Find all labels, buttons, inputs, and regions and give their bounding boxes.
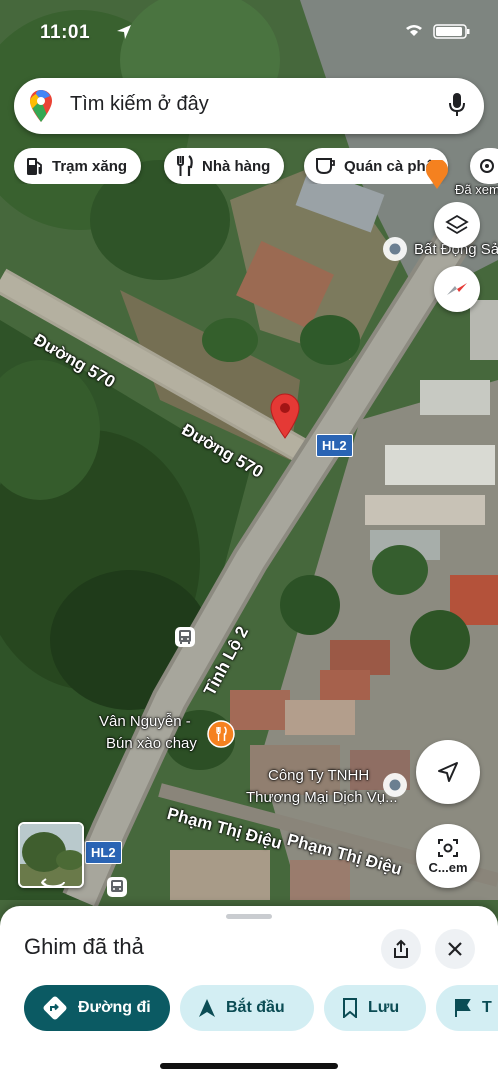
- navigation-arrow-icon: [438, 762, 458, 782]
- flag-icon: [455, 999, 471, 1017]
- label-button[interactable]: T: [436, 985, 498, 1031]
- status-bar: 11:01: [0, 0, 498, 70]
- street-view-thumbnail-image: [20, 824, 82, 886]
- chip-gas-station[interactable]: Trạm xăng: [14, 148, 142, 184]
- close-icon: [448, 942, 462, 956]
- compass-button[interactable]: [434, 266, 480, 312]
- layers-button[interactable]: [434, 202, 480, 248]
- chip-more[interactable]: [470, 148, 498, 184]
- street-view-label: C...em: [428, 859, 468, 875]
- search-bar[interactable]: Tìm kiếm ở đây: [14, 78, 484, 134]
- place-marker-icon[interactable]: [382, 236, 408, 262]
- start-button[interactable]: Bắt đầu: [180, 985, 314, 1031]
- bus-stop-icon[interactable]: [174, 626, 196, 648]
- restaurant-icon: [177, 155, 193, 176]
- place-marker-partial-icon[interactable]: [424, 160, 450, 190]
- save-button[interactable]: Lưu: [324, 985, 426, 1031]
- my-location-button[interactable]: [416, 740, 480, 804]
- compass-icon: [447, 283, 467, 295]
- street-view-thumbnail[interactable]: [18, 822, 84, 888]
- maps-logo-icon: [30, 90, 52, 122]
- settings-icon: [480, 159, 494, 173]
- poi-company-desc: Thương Mại Dịch Vụ...: [246, 789, 398, 806]
- coffee-icon: [316, 158, 335, 175]
- label-button-text: T: [482, 999, 492, 1016]
- restaurant-marker-icon[interactable]: [207, 720, 235, 748]
- lens-camera-icon: [438, 838, 458, 857]
- sheet-drag-handle[interactable]: [226, 914, 272, 919]
- share-icon: [394, 939, 408, 958]
- home-indicator[interactable]: [160, 1063, 338, 1069]
- directions-button[interactable]: Đường đi: [24, 985, 170, 1031]
- start-label: Bắt đầu: [226, 999, 285, 1016]
- share-button[interactable]: [381, 929, 421, 969]
- sheet-title: Ghim đã thả: [24, 934, 144, 959]
- location-arrow-icon: [117, 25, 131, 39]
- microphone-icon[interactable]: [448, 92, 466, 118]
- road-badge-hl2-lower: HL2: [85, 841, 122, 864]
- poi-restaurant-desc: Bún xào chay: [106, 735, 197, 752]
- bookmark-icon: [343, 998, 357, 1018]
- action-buttons: Đường đi Bắt đầu Lưu T: [24, 985, 498, 1031]
- chip-restaurant[interactable]: Nhà hàng: [164, 148, 285, 184]
- status-time: 11:01: [40, 22, 91, 43]
- company-marker-icon[interactable]: [382, 772, 408, 798]
- map-place-partial: Đã xem: [455, 182, 498, 197]
- dropped-pin-icon[interactable]: [269, 393, 301, 439]
- poi-restaurant-name: Vân Nguyễn -: [99, 713, 191, 730]
- poi-company-name: Công Ty TNHH: [268, 767, 370, 784]
- chip-gas-station-label: Trạm xăng: [52, 157, 128, 175]
- wifi-battery-icon: [406, 24, 470, 39]
- layers-icon: [445, 214, 469, 235]
- directions-icon: [43, 996, 67, 1020]
- road-badge-hl2: HL2: [316, 434, 353, 457]
- close-button[interactable]: [435, 929, 475, 969]
- gas-station-icon: [27, 158, 42, 175]
- directions-label: Đường đi: [78, 999, 151, 1016]
- save-label: Lưu: [368, 999, 400, 1016]
- navigation-start-icon: [199, 999, 215, 1017]
- search-placeholder: Tìm kiếm ở đây: [70, 93, 209, 115]
- bus-stop-icon-lower[interactable]: [106, 876, 128, 898]
- street-view-button[interactable]: C...em: [416, 824, 480, 888]
- chip-coffee-label: Quán cà phê: [344, 157, 435, 175]
- chip-restaurant-label: Nhà hàng: [202, 157, 271, 175]
- place-bottom-sheet: Ghim đã thả Đường đi Bắt đầu Lưu T: [0, 906, 498, 1080]
